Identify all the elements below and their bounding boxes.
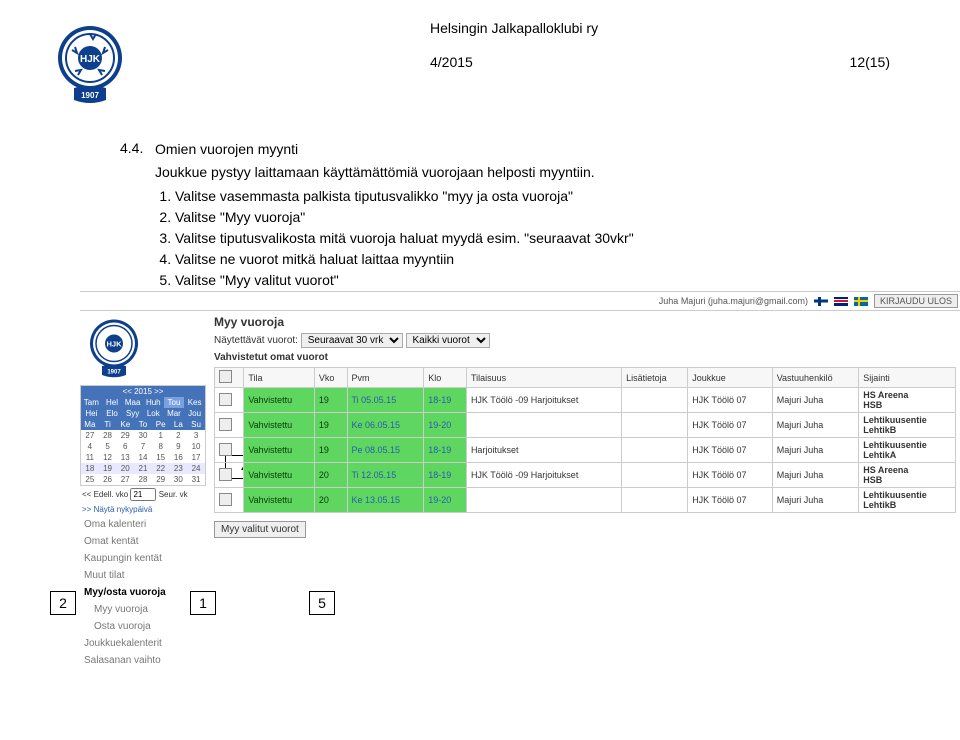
table-row: Vahvistettu 20 Ke 13.05.15 19-20 HJK Töö… xyxy=(215,488,956,513)
calendar-months[interactable]: TamHelMaaHuhTouKes HeiEloSyyLokMarJou xyxy=(81,397,205,419)
table-row: Vahvistettu 19 Pe 08.05.15 18-19 Harjoit… xyxy=(215,438,956,463)
sidebar-item-joukkuekalenterit[interactable]: Joukkuekalenterit xyxy=(80,635,210,652)
calendar-nav[interactable]: << Edell. vko Seur. vk xyxy=(80,486,210,503)
step-item: Valitse vasemmasta palkista tiputusvalik… xyxy=(175,186,634,207)
sidebar-item-myy-osta[interactable]: Myy/osta vuoroja xyxy=(80,584,210,601)
sidebar-item-osta-vuoroja[interactable]: Osta vuoroja xyxy=(80,618,210,635)
calendar-day-headers: MaTiKeToPeLaSu xyxy=(81,419,205,430)
filter-select-all[interactable]: Kaikki vuorot xyxy=(406,333,490,348)
flag-se-icon[interactable] xyxy=(854,297,868,306)
main-title: Myy vuoroja xyxy=(214,315,956,329)
issue-number: 4/2015 xyxy=(430,54,473,70)
sidebar-item-salasanan-vaihto[interactable]: Salasanan vaihto xyxy=(80,652,210,669)
table-row: Vahvistettu 19 Ke 06.05.15 19-20 HJK Töö… xyxy=(215,413,956,438)
section-intro: Joukkue pystyy laittamaan käyttämättömiä… xyxy=(155,163,634,183)
step-item: Valitse ne vuorot mitkä haluat laittaa m… xyxy=(175,249,634,270)
page-number: 12(15) xyxy=(850,54,890,70)
subtitle: Vahvistetut omat vuorot xyxy=(214,352,956,363)
sidebar-item-myy-vuoroja[interactable]: Myy vuoroja xyxy=(80,601,210,618)
calendar-grid[interactable]: 27282930123 45678910 11121314151617 1819… xyxy=(81,430,205,485)
sidebar-item-muut-tilat[interactable]: Muut tilat xyxy=(80,567,210,584)
hjk-logo: HJK 1907 xyxy=(50,20,130,110)
row-check[interactable] xyxy=(215,438,244,463)
flag-uk-icon[interactable] xyxy=(834,297,848,306)
table-row: Vahvistettu 20 Ti 12.05.15 18-19 HJK Töö… xyxy=(215,463,956,488)
th-tilaisuus: Tilaisuus xyxy=(466,368,621,388)
step-item: Valitse tiputusvalikosta mitä vuoroja ha… xyxy=(175,228,634,249)
svg-text:HJK: HJK xyxy=(106,340,122,349)
flag-fi-icon[interactable] xyxy=(814,297,828,306)
hjk-logo-small: HJK 1907 xyxy=(84,315,144,381)
shifts-table: Tila Vko Pvm Klo Tilaisuus Lisätietoja J… xyxy=(214,367,956,513)
sidebar-item-omat-kentat[interactable]: Omat kentät xyxy=(80,533,210,550)
user-label: Juha Majuri (juha.majuri@gmail.com) xyxy=(659,296,808,306)
row-check[interactable] xyxy=(215,413,244,438)
th-joukkue: Joukkue xyxy=(688,368,773,388)
cell-tila: Vahvistettu xyxy=(244,388,314,413)
th-check[interactable] xyxy=(215,368,244,388)
sell-selected-button[interactable]: Myy valitut vuorot xyxy=(214,521,306,538)
table-header-row: Tila Vko Pvm Klo Tilaisuus Lisätietoja J… xyxy=(215,368,956,388)
filter-select-range[interactable]: Seuraavat 30 vrk xyxy=(301,333,403,348)
th-vastuu: Vastuuhenkilö xyxy=(772,368,859,388)
svg-text:1907: 1907 xyxy=(107,370,121,376)
row-check[interactable] xyxy=(215,463,244,488)
section-number: 4.4. xyxy=(120,140,155,291)
th-pvm: Pvm xyxy=(347,368,424,388)
logout-button[interactable]: KIRJAUDU ULOS xyxy=(874,294,958,308)
th-klo: Klo xyxy=(424,368,467,388)
step-item: Valitse "Myy vuoroja" xyxy=(175,207,634,228)
show-today-link[interactable]: >> Näytä nykypäivä xyxy=(80,503,210,516)
row-check[interactable] xyxy=(215,388,244,413)
sidebar-item-oma-kalenteri[interactable]: Oma kalenteri xyxy=(80,516,210,533)
steps-list: Valitse vasemmasta palkista tiputusvalik… xyxy=(155,186,634,291)
th-sijainti: Sijainti xyxy=(859,368,956,388)
th-lisatietoja: Lisätietoja xyxy=(622,368,688,388)
section-title: Omien vuorojen myynti xyxy=(155,140,634,160)
week-input[interactable] xyxy=(130,488,156,501)
callout-2: 2 xyxy=(50,591,76,615)
sidebar-item-kaupungin-kentat[interactable]: Kaupungin kentät xyxy=(80,550,210,567)
th-tila: Tila xyxy=(244,368,314,388)
svg-text:HJK: HJK xyxy=(80,54,101,65)
calendar-widget[interactable]: << 2015 >> TamHelMaaHuhTouKes HeiEloSyyL… xyxy=(80,385,206,486)
svg-text:1907: 1907 xyxy=(81,91,99,100)
th-vko: Vko xyxy=(314,368,347,388)
step-item: Valitse "Myy valitut vuorot" xyxy=(175,270,634,291)
table-row: Vahvistettu 19 Ti 05.05.15 18-19 HJK Töö… xyxy=(215,388,956,413)
filter-label: Näytettävät vuorot: xyxy=(214,335,298,346)
row-check[interactable] xyxy=(215,488,244,513)
org-name: Helsingin Jalkapalloklubi ry xyxy=(430,20,900,36)
calendar-year[interactable]: << 2015 >> xyxy=(81,386,205,397)
